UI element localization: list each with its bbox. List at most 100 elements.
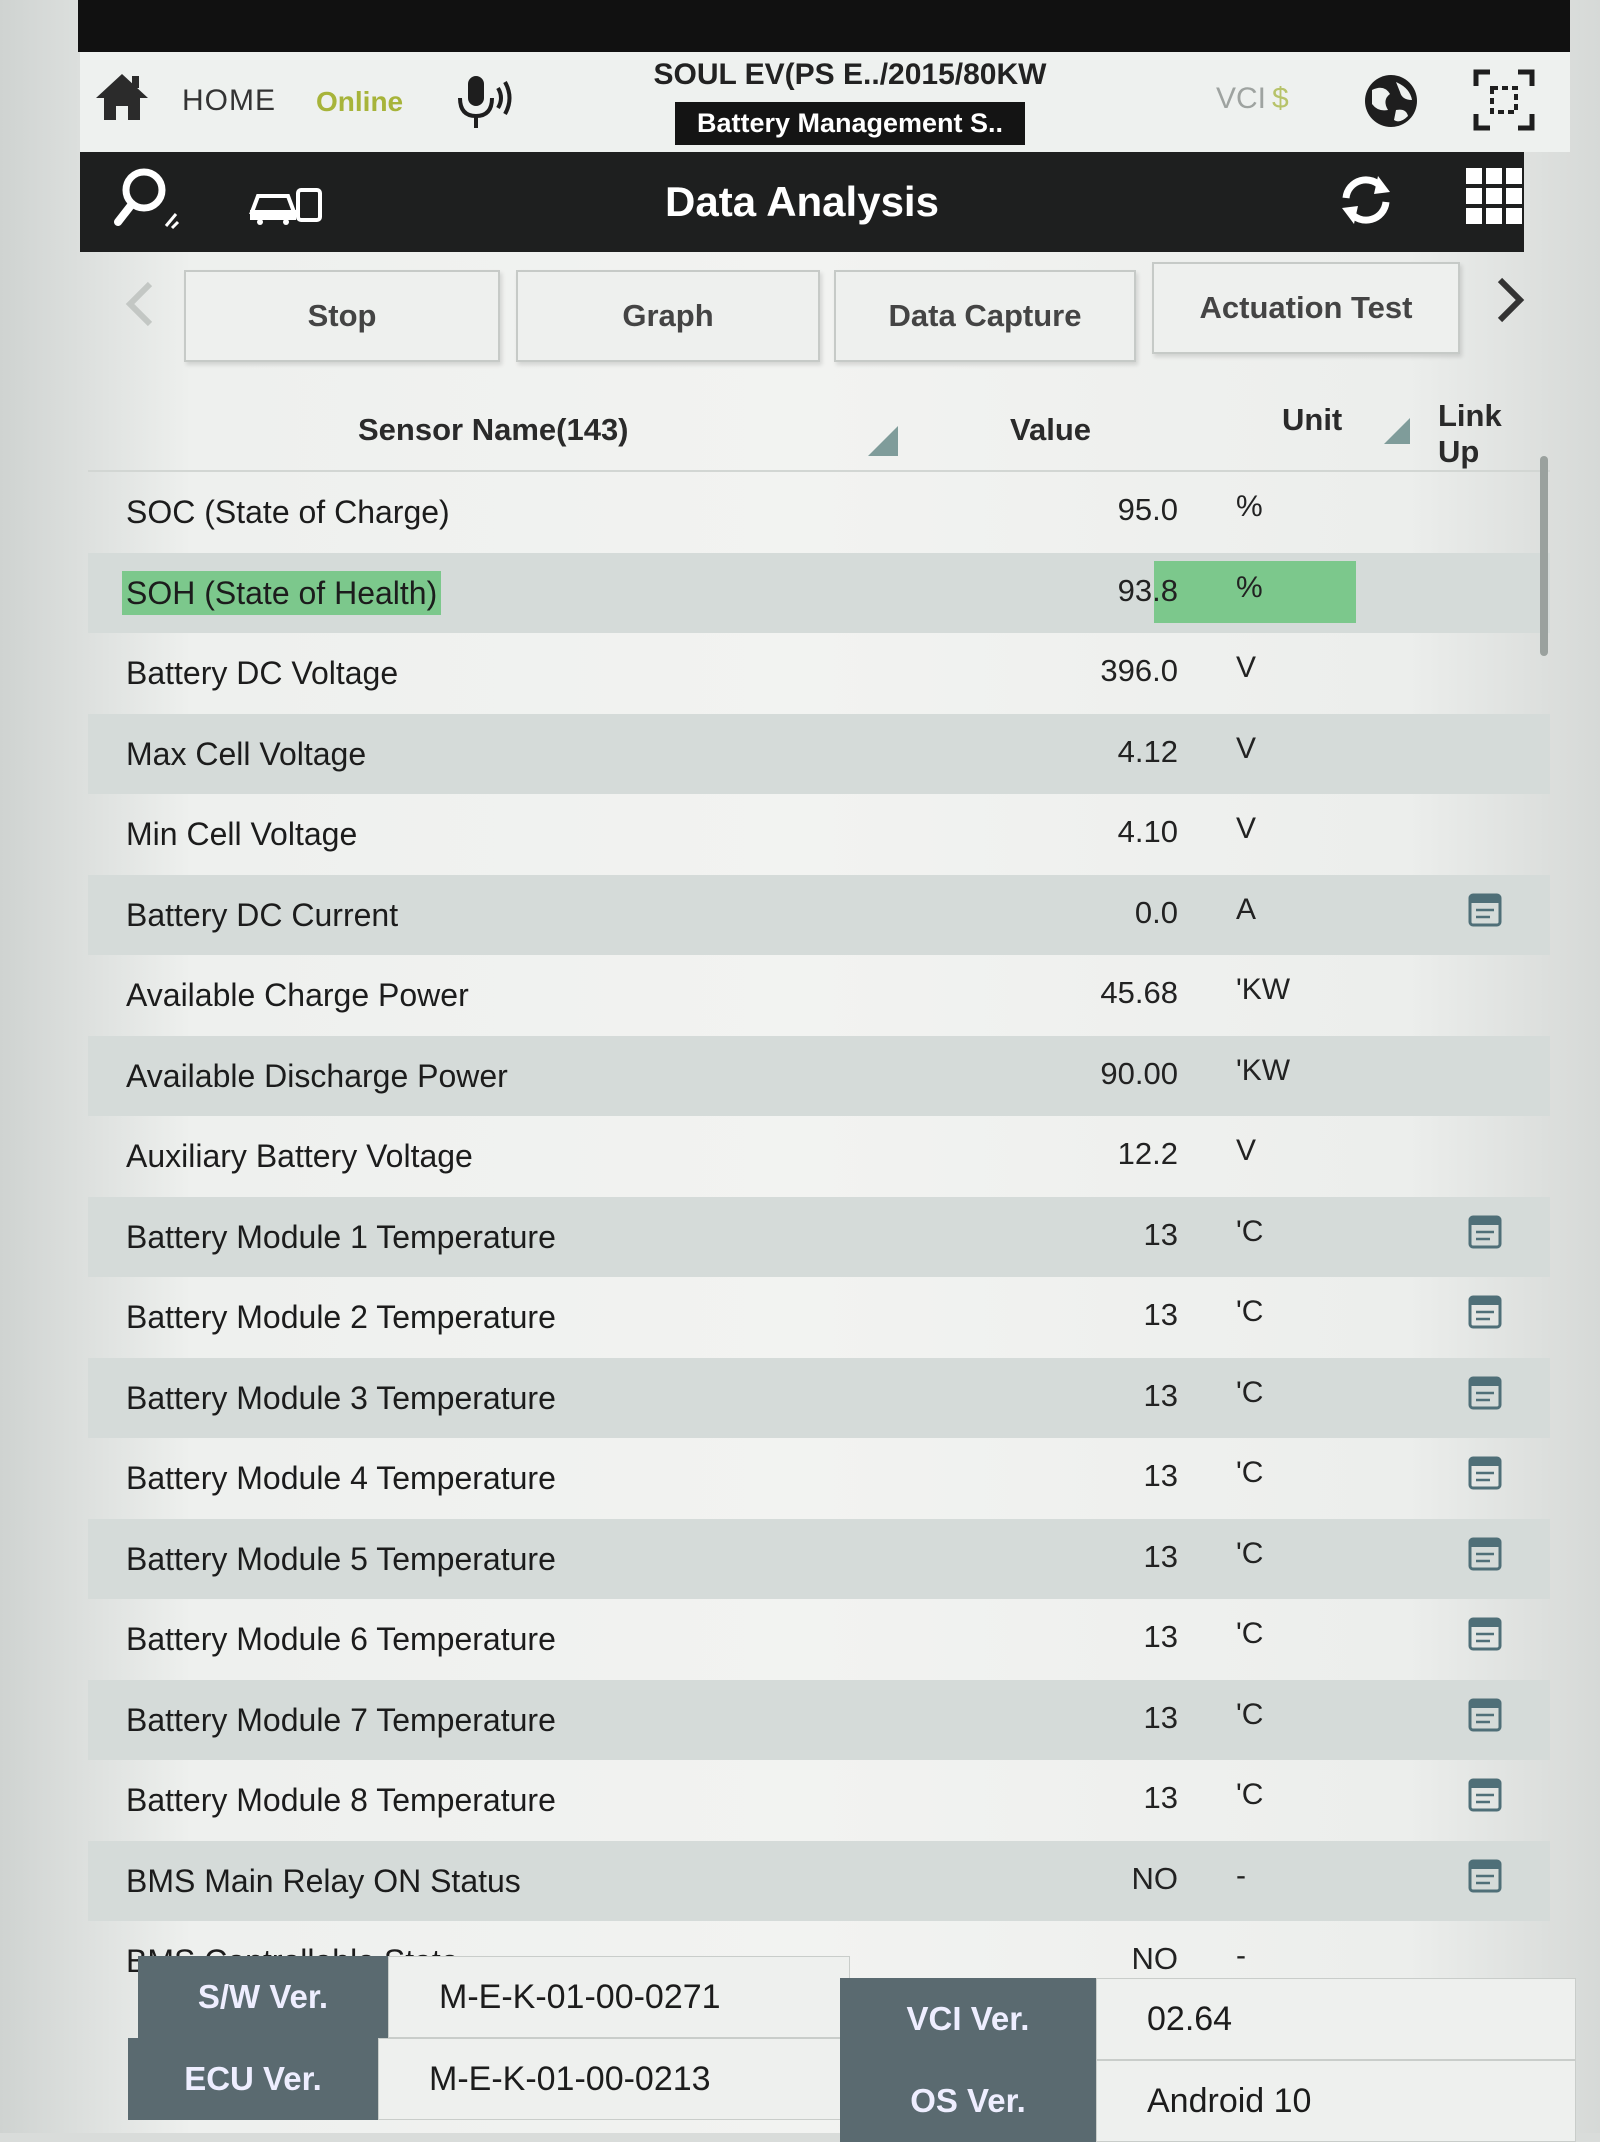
link-up-icon[interactable]	[1466, 891, 1506, 931]
sensor-name-text: Battery DC Current	[126, 896, 399, 933]
sensor-name: Available Discharge Power	[126, 1058, 508, 1095]
globe-icon[interactable]	[1360, 70, 1422, 132]
sensor-name-text: Auxiliary Battery Voltage	[126, 1138, 473, 1174]
data-capture-button[interactable]: Data Capture	[834, 270, 1136, 362]
link-up-icon[interactable]	[1466, 1615, 1506, 1655]
column-header-value: Value	[1010, 412, 1091, 447]
chevron-left-icon[interactable]	[120, 274, 160, 334]
vci-version-value: 02.64	[1096, 1978, 1576, 2060]
sensor-name: Battery Module 5 Temperature	[126, 1541, 556, 1578]
sensor-unit: 'C	[1236, 1536, 1264, 1570]
sensor-value: 13	[1143, 1699, 1178, 1735]
vci-label: VCI	[1216, 82, 1267, 115]
version-info: S/W Ver. M-E-K-01-00-0271 ECU Ver. M-E-K…	[128, 1952, 1600, 2142]
sensor-name-text: Battery Module 3 Temperature	[126, 1379, 556, 1416]
sensor-value: 45.68	[1100, 975, 1178, 1010]
sensor-unit: -	[1236, 1858, 1246, 1892]
page-title: Data Analysis	[665, 178, 939, 225]
sensor-value: 396.0	[1100, 653, 1178, 688]
chevron-right-icon[interactable]	[1490, 270, 1530, 330]
sensor-unit: 'C	[1236, 1778, 1264, 1811]
sensor-value: 13	[1143, 1780, 1178, 1815]
graph-button[interactable]: Graph	[516, 270, 820, 362]
table-row[interactable]: Battery Module 8 Temperature 13 'C	[88, 1760, 1550, 1841]
sensor-name-text: Battery Module 7 Temperature	[126, 1701, 556, 1738]
ecu-version-label: ECU Ver.	[128, 2038, 378, 2120]
module-title: Battery Management S..	[674, 102, 1026, 145]
table-row[interactable]: Available Discharge Power 90.00 'KW	[88, 1035, 1550, 1116]
sensor-value: 13	[1143, 1216, 1178, 1252]
sensor-name-text: Min Cell Voltage	[126, 816, 358, 852]
table-row[interactable]: Available Charge Power 45.68 'KW	[88, 955, 1550, 1036]
table-row[interactable]: Battery DC Voltage 396.0 V	[88, 633, 1550, 714]
sensor-name: Battery Module 8 Temperature	[126, 1782, 556, 1819]
top-edge-bar	[78, 0, 1570, 52]
sensor-name-text: Battery Module 5 Temperature	[126, 1540, 556, 1577]
link-up-icon[interactable]	[1466, 1293, 1506, 1333]
sensor-name: SOH (State of Health)	[122, 570, 442, 615]
table-row[interactable]: Battery Module 4 Temperature 13 'C	[88, 1438, 1550, 1519]
link-up-icon[interactable]	[1466, 1857, 1506, 1897]
sensor-unit: 'KW	[1236, 973, 1291, 1006]
link-up-icon[interactable]	[1466, 1776, 1506, 1816]
table-scrollbar[interactable]	[1540, 456, 1548, 656]
sensor-name: Battery Module 7 Temperature	[126, 1702, 556, 1739]
sensor-value: 90.00	[1100, 1055, 1178, 1091]
screen-capture-icon[interactable]	[1472, 68, 1536, 132]
link-up-icon[interactable]	[1466, 1696, 1506, 1736]
link-up-icon[interactable]	[1466, 1213, 1506, 1253]
sensor-value: NO	[1131, 1860, 1179, 1896]
os-version-label: OS Ver.	[840, 2060, 1096, 2142]
table-row[interactable]: Battery Module 7 Temperature 13 'C	[88, 1679, 1550, 1760]
table-row[interactable]: Battery Module 5 Temperature 13 'C	[88, 1518, 1550, 1599]
vci-version-label: VCI Ver.	[840, 1978, 1096, 2060]
sensor-unit: A	[1236, 892, 1257, 926]
sensor-unit: 'C	[1236, 1617, 1264, 1650]
column-header-sensor-name[interactable]: Sensor Name(143)	[358, 412, 629, 448]
sensor-value: 13	[1143, 1538, 1178, 1574]
unit-sort-indicator-icon[interactable]	[1384, 418, 1410, 444]
screen: HOME Online SOUL EV(PS E../2015/80KW Bat…	[0, 0, 1600, 2142]
column-header-unit: Unit	[1282, 402, 1343, 437]
sensor-unit: 'C	[1236, 1214, 1264, 1248]
refresh-icon[interactable]	[1334, 168, 1398, 232]
link-up-icon[interactable]	[1466, 1535, 1506, 1575]
actuation-test-button[interactable]: Actuation Test	[1152, 262, 1460, 354]
sensor-unit: 'C	[1236, 1295, 1264, 1328]
grid-menu-icon[interactable]	[1464, 166, 1524, 226]
home-label[interactable]: HOME	[182, 84, 276, 118]
table-row[interactable]: Battery DC Current 0.0 A	[88, 874, 1550, 955]
microphone-icon[interactable]	[450, 72, 520, 132]
sensor-value: 13	[1143, 1619, 1178, 1654]
link-up-icon[interactable]	[1466, 1374, 1506, 1414]
home-icon[interactable]	[94, 72, 150, 122]
stop-button[interactable]: Stop	[184, 270, 500, 362]
app-header: HOME Online SOUL EV(PS E../2015/80KW Bat…	[80, 52, 1570, 152]
online-status: Online	[316, 86, 404, 117]
table-row[interactable]: Battery Module 2 Temperature 13 'C	[88, 1277, 1550, 1358]
sort-indicator-icon[interactable]	[868, 426, 898, 456]
sensor-value: 13	[1143, 1458, 1178, 1493]
table-row[interactable]: Battery Module 1 Temperature 13 'C	[88, 1196, 1550, 1277]
sensor-unit: 'KW	[1236, 1053, 1291, 1087]
sensor-name-highlight: SOH (State of Health)	[122, 570, 442, 615]
sensor-unit: 'C	[1236, 1456, 1264, 1489]
sensor-name-text: BMS Main Relay ON Status	[126, 1862, 521, 1899]
sensor-name-text: Battery DC Voltage	[126, 655, 399, 691]
sensor-name: Max Cell Voltage	[126, 736, 366, 773]
table-row[interactable]: Max Cell Voltage 4.12 V	[88, 713, 1550, 794]
table-row[interactable]: BMS Main Relay ON Status NO -	[88, 1840, 1550, 1921]
table-row[interactable]: Min Cell Voltage 4.10 V	[88, 794, 1550, 875]
sensor-unit: 'C	[1236, 1697, 1264, 1731]
os-version-value: Android 10	[1096, 2060, 1576, 2142]
sensor-name: Battery Module 3 Temperature	[126, 1380, 556, 1417]
sensor-unit: 'C	[1236, 1375, 1264, 1409]
table-row[interactable]: SOH (State of Health) 93.8%	[88, 552, 1550, 633]
sensor-name: Battery DC Voltage	[126, 655, 398, 692]
table-row[interactable]: Battery Module 6 Temperature 13 'C	[88, 1599, 1550, 1680]
link-up-icon[interactable]	[1466, 1454, 1506, 1494]
table-row[interactable]: Auxiliary Battery Voltage 12.2 V	[88, 1116, 1550, 1197]
sensor-value: 13	[1143, 1297, 1178, 1332]
table-row[interactable]: SOC (State of Charge) 95.0%	[88, 472, 1550, 553]
table-row[interactable]: Battery Module 3 Temperature 13 'C	[88, 1357, 1550, 1438]
